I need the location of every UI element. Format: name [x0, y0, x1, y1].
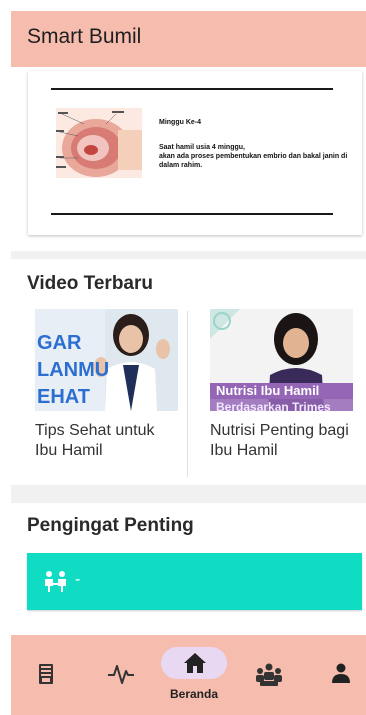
video-thumbnail[interactable]: Nutrisi Ibu Hamil Berdasarkan Trimes [210, 309, 353, 411]
nav-community[interactable] [239, 635, 299, 715]
video-divider [187, 311, 188, 477]
book-icon [39, 664, 53, 684]
week-description: Saat hamil usia 4 minggu, akan ada prose… [159, 144, 348, 169]
thumb-text-line: Berdasarkan Trimes [216, 400, 331, 411]
embryo-illustration [56, 108, 142, 178]
video-title[interactable]: Nutrisi Penting bagi Ibu Hamil [210, 421, 355, 461]
video-title[interactable]: Tips Sehat untuk Ibu Hamil [35, 421, 180, 461]
consultation-icon [45, 571, 66, 592]
community-icon [256, 663, 282, 686]
profile-icon [332, 663, 350, 683]
nutrition-thumbnail-image: Nutrisi Ibu Hamil Berdasarkan Trimes [210, 309, 353, 411]
video-section: Video Terbaru GAR LANMU EHAT Tips Sehat … [11, 259, 366, 485]
reminder-text: - [75, 571, 81, 588]
video-card[interactable]: GAR LANMU EHAT Tips Sehat untuk Ibu Hami… [35, 309, 180, 461]
video-card[interactable]: Nutrisi Ibu Hamil Berdasarkan Trimes Nut… [210, 309, 355, 461]
nav-profile[interactable] [311, 635, 366, 715]
video-thumbnail[interactable]: GAR LANMU EHAT [35, 309, 178, 411]
article-section: Minggu Ke-4 Saat hamil usia 4 minggu, ak… [11, 67, 366, 251]
video-section-title: Video Terbaru [27, 273, 153, 294]
home-icon[interactable] [183, 652, 207, 674]
week-title: Minggu Ke-4 [159, 119, 201, 126]
thumb-text-line: GAR [37, 332, 82, 354]
nav-health[interactable] [91, 635, 151, 715]
reminder-card[interactable]: - [27, 553, 362, 610]
doctor-thumbnail-image: GAR LANMU EHAT [35, 309, 178, 411]
app-title: Smart Bumil [27, 25, 142, 48]
thumb-text-line: LANMU [37, 359, 109, 381]
bottom-rule [51, 213, 333, 215]
bottom-navigation: Beranda [11, 635, 366, 715]
top-rule [51, 88, 333, 90]
app-bar: Smart Bumil [11, 11, 366, 67]
thumb-text-line: Nutrisi Ibu Hamil [216, 383, 319, 398]
pregnancy-week-card[interactable]: Minggu Ke-4 Saat hamil usia 4 minggu, ak… [28, 71, 362, 235]
nav-label-beranda[interactable]: Beranda [155, 687, 233, 701]
reminder-section-title: Pengingat Penting [27, 515, 194, 536]
nav-book[interactable] [16, 635, 76, 715]
reminder-section: Pengingat Penting - [11, 503, 366, 635]
app-screen: Smart Bumil Minggu Ke-4 Saat hamil usia … [11, 11, 366, 715]
thumb-text-line: EHAT [37, 386, 90, 408]
heartbeat-icon [108, 665, 134, 684]
